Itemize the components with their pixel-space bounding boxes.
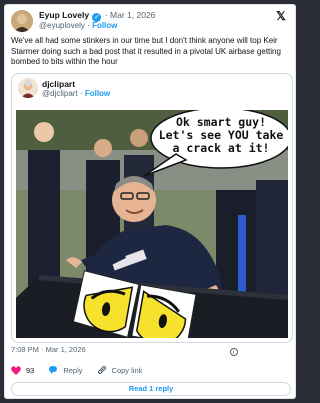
- speech-bubble-icon: [49, 366, 58, 374]
- author-name[interactable]: Eyup Lovely: [39, 10, 89, 20]
- quoted-author-name[interactable]: djclipart: [42, 79, 75, 89]
- tweet-text: We've all had some stinkers in our time …: [11, 36, 281, 66]
- copy-link-label: Copy link: [111, 365, 143, 375]
- quoted-author-name-line: djclipart: [42, 79, 75, 89]
- tweet-meta: 7:08 PM · Mar 1, 2026 i: [11, 345, 238, 356]
- link-icon: [97, 365, 106, 375]
- copy-link-button[interactable]: Copy link: [97, 365, 143, 375]
- tweet-timestamp[interactable]: 7:08 PM · Mar 1, 2026: [11, 345, 86, 354]
- quoted-author-handle-line: @djclipart · Follow: [42, 89, 110, 98]
- info-icon[interactable]: i: [229, 348, 238, 356]
- read-replies-button[interactable]: Read 1 reply: [11, 382, 291, 396]
- quoted-author-avatar[interactable]: [18, 78, 38, 98]
- separator-dot: ·: [79, 89, 83, 98]
- like-button[interactable]: 93: [11, 366, 34, 375]
- like-count: 93: [26, 365, 35, 375]
- quoted-follow-button[interactable]: Follow: [85, 89, 110, 98]
- quoted-image[interactable]: Ok smart guy! Let's see YOU take a crack…: [16, 110, 288, 338]
- follow-button[interactable]: Follow: [92, 21, 117, 30]
- heart-icon: [11, 365, 21, 375]
- quoted-tweet[interactable]: djclipart @djclipart · Follow Ok smart g…: [11, 73, 293, 343]
- tweet-header: Eyup Lovely ✓ · Mar 1, 2026 @eyuplovely …: [11, 10, 289, 36]
- tweet-card: Eyup Lovely ✓ · Mar 1, 2026 @eyuplovely …: [4, 4, 296, 399]
- reply-button[interactable]: Reply: [48, 365, 83, 375]
- speech-bubble-line: a crack at it!: [172, 141, 270, 155]
- reply-label: Reply: [63, 365, 83, 375]
- author-handle-line: @eyuplovely · Follow: [39, 21, 117, 30]
- author-handle[interactable]: @eyuplovely: [39, 21, 85, 30]
- action-bar: 93 Reply Copy link: [11, 364, 156, 376]
- x-logo-icon[interactable]: 𝕏: [275, 10, 287, 22]
- separator-dot: ·: [104, 10, 108, 20]
- author-avatar[interactable]: [11, 10, 33, 32]
- separator-dot: ·: [87, 21, 90, 30]
- quoted-author-handle[interactable]: @djclipart: [42, 89, 78, 98]
- speech-bubble-text: Ok smart guy! Let's see YOU take a crack…: [157, 116, 285, 155]
- tweet-date[interactable]: Mar 1, 2026: [110, 10, 155, 20]
